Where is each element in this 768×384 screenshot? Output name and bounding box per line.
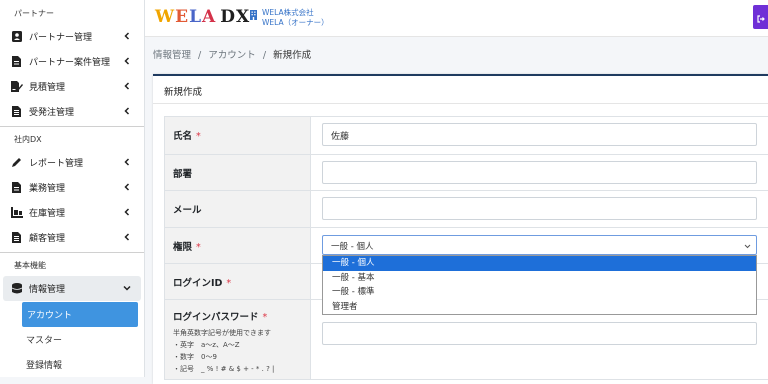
account-form: 氏名 * 佐藤 部署 メール 権限 * 一般 - 個人 ログインID * ログイ… [164, 116, 768, 380]
sidebar-item-label: パートナー管理 [29, 33, 93, 43]
dropdown-option[interactable]: 一般 - 標準 [323, 285, 756, 300]
form-row-department: 部署 [165, 155, 768, 191]
form-row-name: 氏名 * 佐藤 [165, 117, 768, 155]
sidebar-item-partner[interactable]: パートナー管理 [0, 24, 144, 49]
building-icon [250, 10, 257, 23]
field-label: 氏名 * [165, 117, 311, 154]
file-signature-icon [10, 81, 23, 92]
sidebar-item-partner-projects[interactable]: パートナー案件管理 [0, 49, 144, 74]
file-icon [10, 56, 23, 67]
chevron-left-icon [122, 207, 132, 217]
chevron-left-icon [122, 182, 132, 192]
sidebar-item-estimates[interactable]: 見積管理 [0, 74, 144, 99]
company-name: WELA株式会社 [262, 8, 314, 17]
chevron-down-icon [744, 242, 751, 252]
field-label: 部署 [165, 155, 311, 190]
database-icon [10, 283, 23, 294]
department-field[interactable] [322, 161, 757, 184]
breadcrumb-item[interactable]: 情報管理 [153, 50, 191, 61]
sidebar-item-label: パートナー案件管理 [29, 58, 111, 68]
breadcrumb: 情報管理 / アカウント / 新規作成 [153, 50, 312, 61]
card-title: 新規作成 [153, 76, 768, 104]
required-mark: * [262, 312, 268, 323]
sidebar-item-label: 業務管理 [29, 184, 66, 194]
chevron-left-icon [122, 56, 132, 66]
sidebar-item-label: 受発注管理 [29, 108, 75, 118]
field-label: ログインID * [165, 264, 311, 299]
field-label: メール [165, 191, 311, 227]
field-label: ログインパスワード * 半角英数字記号が使用できます ・英字 a〜z、A〜Z ・数… [165, 300, 311, 379]
sidebar-section-label: 社内DX [0, 126, 144, 150]
organization-info: WELA株式会社 WELA（オーナー） [250, 8, 329, 28]
permission-dropdown-list: 一般 - 個人 一般 - 基本 一般 - 標準 管理者 [322, 255, 757, 315]
password-help: 半角英数字記号が使用できます ・英字 a〜z、A〜Z ・数字 0〜9 ・記号 _… [173, 329, 275, 373]
contact-card-icon [10, 31, 23, 42]
sidebar-section-label: パートナー [14, 9, 54, 18]
chevron-down-icon [122, 283, 132, 293]
sidebar: パートナー パートナー管理 パートナー案件管理 見積管理 受発注管理 社内DX … [0, 0, 145, 377]
password-field[interactable] [322, 322, 757, 345]
chevron-left-icon [122, 232, 132, 242]
required-mark: * [226, 278, 232, 289]
required-mark: * [196, 242, 201, 253]
sidebar-item-label: 在庫管理 [29, 209, 66, 219]
pen-icon [10, 157, 23, 168]
sidebar-item-label: レポート管理 [29, 159, 84, 169]
form-card: 新規作成 氏名 * 佐藤 部署 メール 権限 * 一般 - 個人 ログインID * [153, 74, 768, 384]
dropdown-option[interactable]: 一般 - 基本 [323, 271, 756, 286]
app-logo[interactable]: WELA DX [155, 7, 250, 27]
name-field[interactable]: 佐藤 [322, 123, 757, 146]
breadcrumb-item[interactable]: アカウント [208, 50, 256, 61]
logout-button[interactable] [753, 5, 768, 29]
file-lines-icon [10, 106, 23, 117]
form-row-email: メール [165, 191, 768, 228]
top-bar: WELA DX WELA株式会社 WELA（オーナー） [145, 0, 768, 37]
sidebar-item-reports[interactable]: レポート管理 [0, 150, 144, 175]
chevron-left-icon [122, 106, 132, 116]
dropdown-option[interactable]: 一般 - 個人 [323, 256, 756, 271]
sidebar-item-orders[interactable]: 受発注管理 [0, 99, 144, 124]
chevron-left-icon [122, 157, 132, 167]
pallet-boxes-icon [10, 207, 23, 218]
sign-out-icon [756, 8, 765, 27]
file-icon [10, 182, 23, 193]
breadcrumb-current: 新規作成 [273, 50, 312, 61]
sidebar-section-label: 基本機能 [0, 252, 144, 276]
sidebar-item-label: 見積管理 [29, 83, 66, 93]
sidebar-item-info-management[interactable]: 情報管理 [3, 276, 141, 301]
sidebar-item-inventory[interactable]: 在庫管理 [0, 200, 144, 225]
field-label: 権限 * [165, 228, 311, 263]
sidebar-item-label: 顧客管理 [29, 234, 66, 244]
chevron-left-icon [122, 81, 132, 91]
email-field[interactable] [322, 197, 757, 220]
sidebar-subitem-account[interactable]: アカウント [22, 302, 138, 327]
chevron-left-icon [122, 31, 132, 41]
dropdown-option[interactable]: 管理者 [323, 300, 756, 315]
user-role: WELA（オーナー） [262, 18, 329, 27]
permission-select[interactable]: 一般 - 個人 [322, 235, 757, 255]
file-lines-icon [10, 232, 23, 243]
required-mark: * [196, 131, 201, 142]
sidebar-subitem-master[interactable]: マスター [0, 327, 144, 352]
sidebar-subitem-registration[interactable]: 登録情報 [0, 352, 144, 377]
sidebar-item-label: 情報管理 [29, 285, 66, 295]
sidebar-item-customers[interactable]: 顧客管理 [0, 225, 144, 250]
sidebar-item-operations[interactable]: 業務管理 [0, 175, 144, 200]
